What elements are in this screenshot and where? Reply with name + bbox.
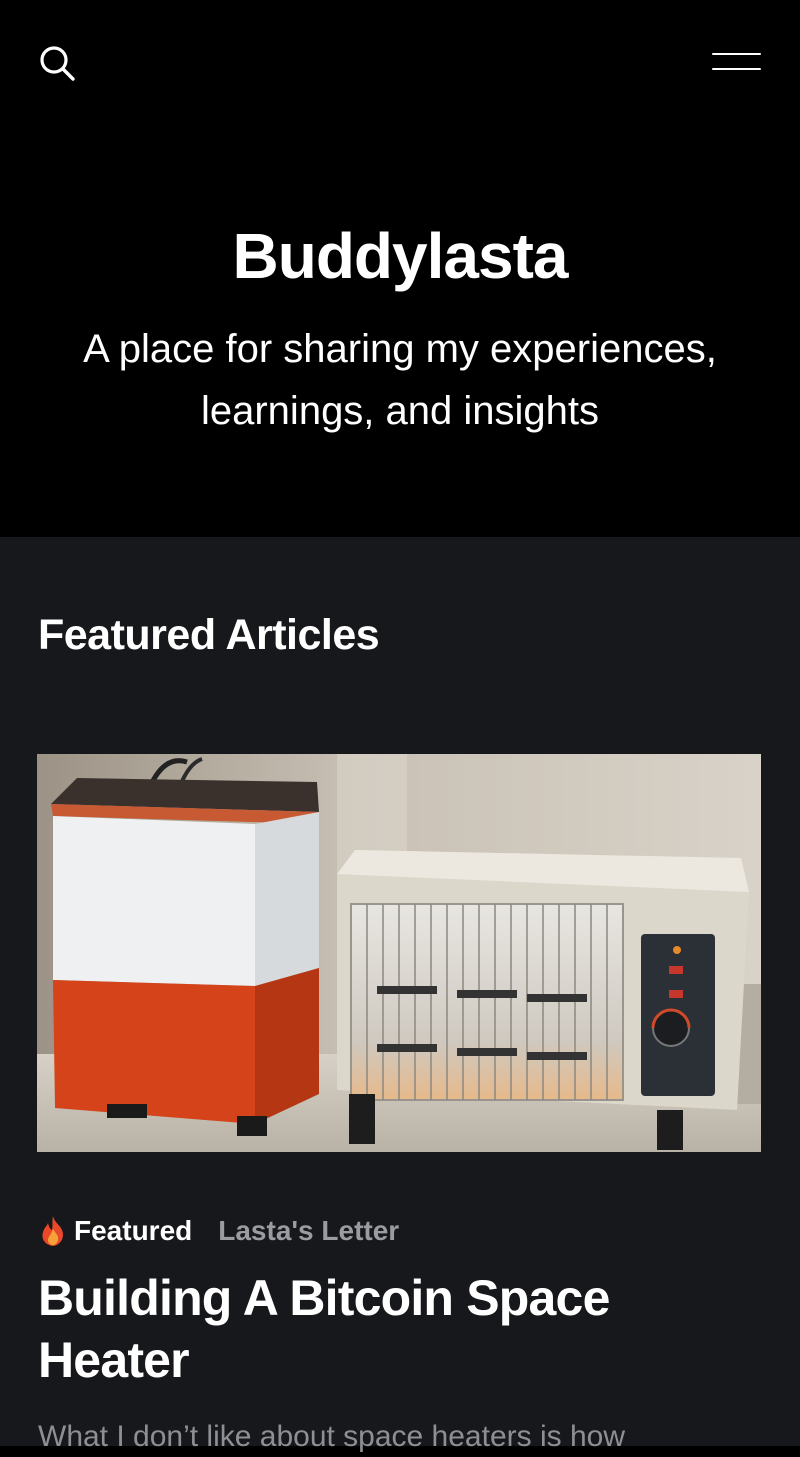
tag-featured-label: Featured bbox=[74, 1215, 193, 1246]
site-description: A place for sharing my experiences, lear… bbox=[83, 327, 717, 433]
article-title[interactable]: Building A Bitcoin Space Heater bbox=[38, 1267, 738, 1391]
article-excerpt: What I don’t like about space heaters is… bbox=[38, 1420, 625, 1453]
hamburger-menu-icon-line bbox=[712, 68, 761, 70]
site-title[interactable]: Buddylasta bbox=[0, 216, 800, 296]
section-title: Featured Articles bbox=[38, 611, 380, 659]
fire-icon bbox=[42, 1216, 63, 1246]
top-bar bbox=[0, 0, 800, 120]
search-icon bbox=[40, 46, 75, 81]
category-link[interactable]: Lasta's Letter bbox=[218, 1215, 399, 1247]
search-button[interactable] bbox=[38, 44, 76, 82]
menu-button[interactable] bbox=[712, 50, 762, 74]
article-image[interactable] bbox=[37, 754, 761, 1152]
hamburger-menu-icon bbox=[712, 53, 761, 55]
featured-section: Featured Articles Featured Lasta's Lette… bbox=[0, 537, 800, 1453]
article-tags: Featured Lasta's Letter bbox=[38, 1211, 399, 1251]
tag-featured[interactable]: Featured bbox=[38, 1215, 192, 1247]
